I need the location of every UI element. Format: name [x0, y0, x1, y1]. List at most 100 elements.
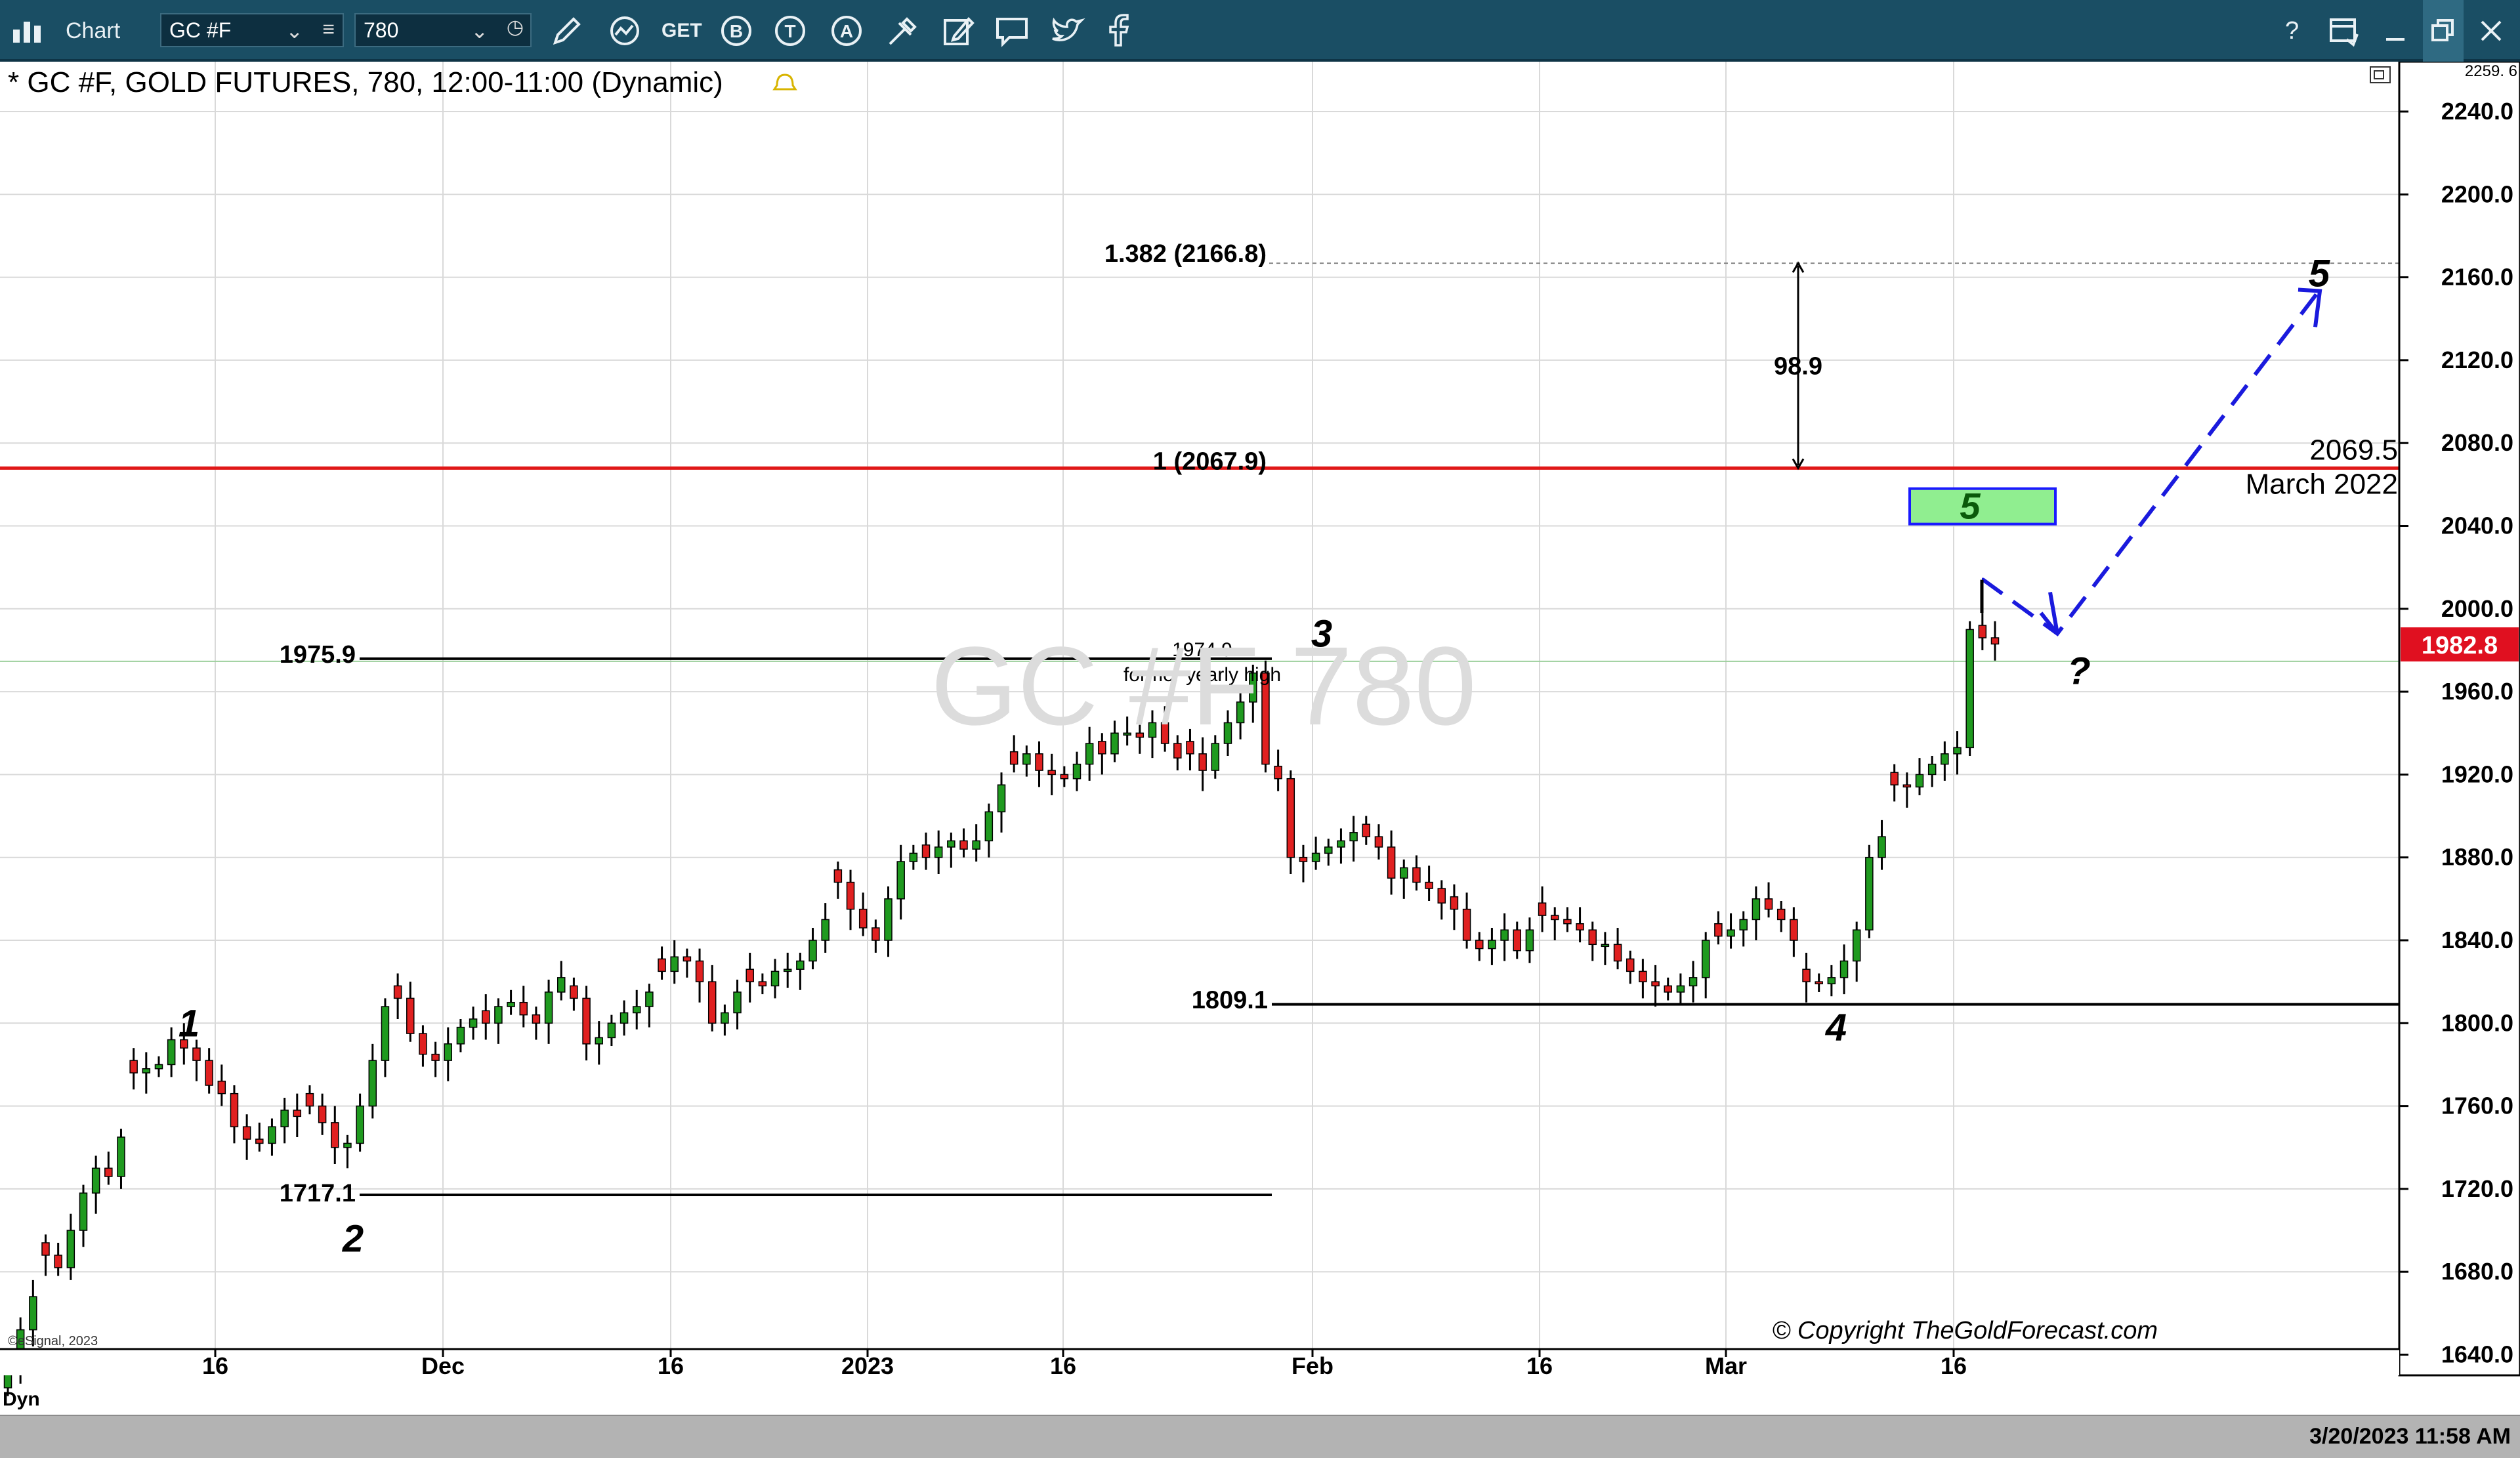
candle-body: [79, 1192, 88, 1231]
candle-body: [1915, 774, 1924, 788]
symbol-input[interactable]: GC #F ⌄ ≡: [160, 13, 344, 47]
candle-body: [1563, 919, 1572, 925]
t-icon[interactable]: T: [773, 0, 807, 62]
status-bar: Dyn 3/20/2023 11:58 AM: [0, 1388, 2520, 1458]
y-tick-label: 1880.0: [2441, 844, 2513, 871]
candle-body: [1311, 852, 1320, 862]
candle-body: [419, 1033, 427, 1055]
candle-body: [1047, 770, 1056, 776]
candle-body: [1286, 778, 1295, 858]
candle-body: [872, 927, 880, 941]
comment-icon[interactable]: [994, 0, 1030, 62]
candle-body: [1060, 774, 1069, 780]
candle-body: [368, 1060, 377, 1107]
y-tick-label: 1960.0: [2441, 678, 2513, 705]
candle-body: [997, 784, 1006, 812]
draw-pencil-icon[interactable]: [549, 0, 585, 62]
status-timestamp: 3/20/2023 11:58 AM: [2309, 1424, 2511, 1449]
tools-icon[interactable]: [885, 0, 921, 62]
candle-body: [1941, 753, 1949, 765]
a-icon[interactable]: A: [830, 0, 864, 62]
chart-app-icon[interactable]: [9, 0, 51, 62]
get-icon[interactable]: GET: [662, 0, 702, 62]
target-box: [1908, 487, 2057, 526]
candle-body: [1927, 763, 1937, 776]
scale-top-value: 2259. 6: [2465, 62, 2517, 80]
candle-body: [1525, 929, 1534, 951]
candle-body: [41, 1242, 50, 1256]
candle-body: [356, 1105, 364, 1144]
svg-text:B: B: [730, 21, 743, 41]
x-tick-label: Mar: [1705, 1352, 1747, 1379]
candle-body: [595, 1037, 603, 1045]
march-2022-label: March 2022: [2246, 468, 2398, 500]
candle-body: [808, 940, 817, 962]
help-icon[interactable]: ?: [2285, 0, 2299, 62]
candle-body: [544, 991, 553, 1024]
candle-body: [620, 1012, 629, 1024]
candle-body: [54, 1255, 62, 1268]
candle-body: [444, 1043, 453, 1061]
y-tick-label: 1680.0: [2441, 1258, 2513, 1285]
y-tick-label: 1800.0: [2441, 1009, 2513, 1036]
dyn-label[interactable]: Dyn: [3, 1388, 40, 1411]
fib-1-label: 1 (2067.9): [1153, 448, 1267, 475]
scale-toggle-icon[interactable]: [2370, 66, 2391, 83]
interval-input[interactable]: 780 ⌄ ◷: [354, 13, 532, 47]
candle-body: [154, 1064, 163, 1070]
candle-body: [783, 969, 792, 972]
candle-body: [1953, 747, 1962, 755]
y-tick-label: 1920.0: [2441, 760, 2513, 787]
candle-body: [721, 1012, 729, 1024]
candle-body: [582, 997, 591, 1045]
candle-body: [1475, 940, 1484, 949]
last-price-tag: 1982.8: [2401, 627, 2519, 662]
y-tick-label: 2040.0: [2441, 512, 2513, 539]
candle-body: [1664, 985, 1672, 993]
chart-watermark: GC #F 780: [931, 624, 1477, 749]
candle-body: [482, 1010, 490, 1024]
candle-body: [821, 919, 830, 941]
wave-4-low-value: 1809.1: [1192, 987, 1268, 1014]
indicator-icon[interactable]: [606, 0, 643, 62]
symbol-dropdown-icon[interactable]: ⌄: [285, 18, 303, 43]
close-icon[interactable]: [2478, 0, 2504, 62]
candle-body: [1072, 763, 1082, 780]
price-chart[interactable]: 1.382 (2166.8) 1 (2067.9) 2069.5March 2022…: [0, 62, 2520, 1415]
symbol-list-icon[interactable]: ≡: [322, 17, 335, 41]
twitter-icon[interactable]: [1049, 0, 1085, 62]
candle-body: [1337, 840, 1345, 848]
edit-icon[interactable]: [940, 0, 976, 62]
candle-body: [255, 1138, 264, 1144]
candle-body: [331, 1122, 339, 1148]
b-icon[interactable]: B: [719, 0, 753, 62]
svg-text:T: T: [784, 21, 795, 41]
restore-icon[interactable]: [2423, 0, 2464, 62]
minimize-icon[interactable]: [2382, 0, 2408, 62]
candle-body: [1324, 846, 1333, 854]
candle-body: [934, 846, 943, 858]
candle-body: [1764, 898, 1773, 910]
clock-icon[interactable]: ◷: [507, 16, 524, 39]
candle-body: [1538, 902, 1547, 916]
candle-body: [570, 985, 578, 999]
candle-body: [896, 861, 905, 900]
candle-body: [431, 1053, 440, 1061]
candle-body: [1349, 832, 1358, 842]
candle-body: [1387, 846, 1396, 879]
candle-body: [1865, 856, 1874, 930]
candle-body: [959, 840, 968, 850]
facebook-icon[interactable]: [1105, 0, 1131, 62]
candle-body: [909, 852, 918, 862]
candle-body: [1425, 881, 1433, 889]
save-icon[interactable]: [2327, 0, 2360, 62]
wave-label: 5: [2309, 252, 2330, 295]
time-axis[interactable]: [0, 1349, 2399, 1375]
candle-body: [833, 869, 843, 883]
candle-body: [947, 840, 956, 848]
wave-label: 4: [1825, 1007, 1847, 1049]
interval-dropdown-icon[interactable]: ⌄: [471, 18, 488, 43]
candle-body: [1613, 944, 1622, 962]
candle-body: [972, 840, 980, 850]
x-tick-label: Dec: [421, 1352, 465, 1379]
